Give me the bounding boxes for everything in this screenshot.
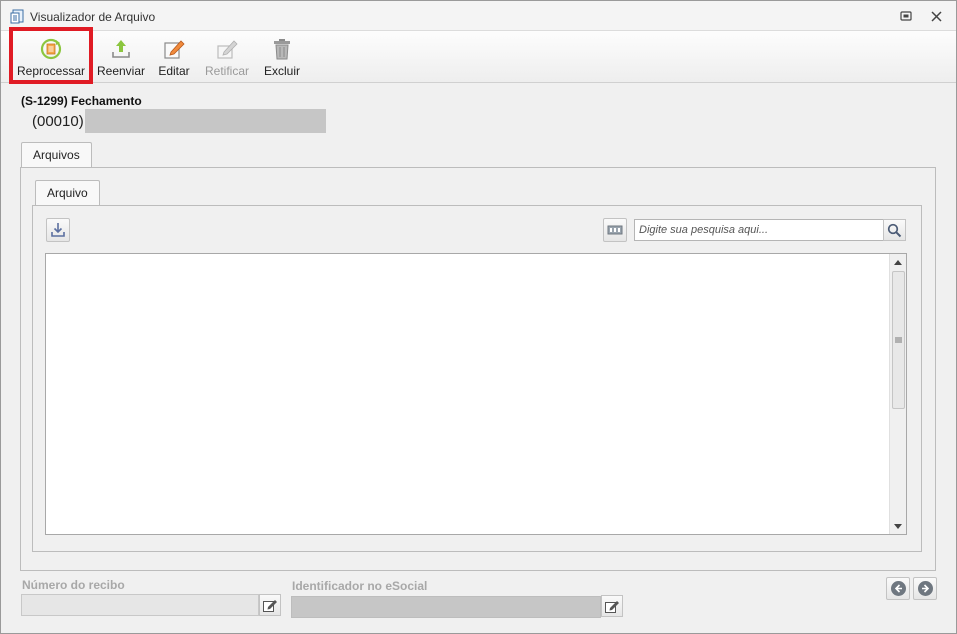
recibo-label: Número do recibo	[22, 578, 125, 592]
scroll-thumb[interactable]	[892, 271, 905, 409]
scroll-down-button[interactable]	[890, 518, 906, 534]
search-icon	[887, 223, 902, 237]
arrow-left-icon	[890, 581, 906, 596]
edit-icon	[605, 601, 619, 613]
scroll-up-button[interactable]	[890, 254, 906, 270]
edit-icon	[164, 40, 185, 59]
close-button[interactable]	[927, 8, 945, 24]
reprocess-button[interactable]: Reprocessar	[9, 27, 93, 84]
tab-arquivo[interactable]: Arquivo	[35, 180, 100, 205]
redacted-event-name	[85, 109, 326, 133]
search-input[interactable]	[634, 219, 884, 241]
previous-button[interactable]	[886, 577, 910, 600]
next-button[interactable]	[913, 577, 937, 600]
rectify-label: Retificar	[204, 64, 249, 78]
tab-arquivos[interactable]: Arquivos	[21, 142, 92, 167]
arrow-right-icon	[917, 581, 933, 596]
reprocess-label: Reprocessar	[16, 64, 86, 78]
edit-identificador-button[interactable]	[601, 595, 623, 617]
search-button[interactable]	[883, 219, 906, 241]
file-viewer-window: Visualizador de Arquivo Reprocessar Reen…	[0, 0, 957, 634]
grip-icon	[895, 337, 902, 343]
resend-label: Reenviar	[96, 64, 146, 78]
rectify-icon	[217, 40, 238, 59]
trash-icon	[274, 39, 290, 60]
identificador-label: Identificador no eSocial	[292, 579, 428, 593]
arrow-down-icon	[894, 523, 902, 529]
window-title: Visualizador de Arquivo	[30, 10, 156, 24]
recibo-field[interactable]	[21, 594, 259, 616]
file-content-area[interactable]	[45, 253, 907, 535]
vertical-scrollbar[interactable]	[889, 254, 906, 534]
restore-button[interactable]	[897, 8, 915, 24]
download-button[interactable]	[46, 218, 70, 242]
restore-icon	[900, 11, 912, 21]
close-icon	[930, 10, 942, 22]
rectify-button[interactable]: Retificar	[203, 34, 251, 81]
event-title: (S-1299) Fechamento	[21, 94, 142, 108]
upload-icon	[112, 40, 130, 58]
edit-icon	[263, 600, 277, 612]
delete-button[interactable]: Excluir	[262, 34, 302, 81]
edit-label: Editar	[158, 64, 190, 78]
filter-icon	[607, 225, 623, 235]
arrow-up-icon	[894, 259, 902, 265]
download-icon	[51, 223, 65, 237]
edit-recibo-button[interactable]	[259, 594, 281, 616]
filter-button[interactable]	[603, 218, 627, 242]
edit-button[interactable]: Editar	[155, 34, 193, 81]
identificador-field[interactable]	[291, 596, 601, 618]
resend-button[interactable]: Reenviar	[96, 34, 146, 81]
event-code: (00010)	[32, 113, 84, 130]
reprocess-icon	[40, 38, 62, 60]
delete-label: Excluir	[263, 64, 300, 78]
title-bar: Visualizador de Arquivo	[1, 1, 956, 31]
toolbar: Reprocessar Reenviar Editar Retificar Ex…	[1, 27, 956, 84]
document-icon	[10, 9, 24, 24]
